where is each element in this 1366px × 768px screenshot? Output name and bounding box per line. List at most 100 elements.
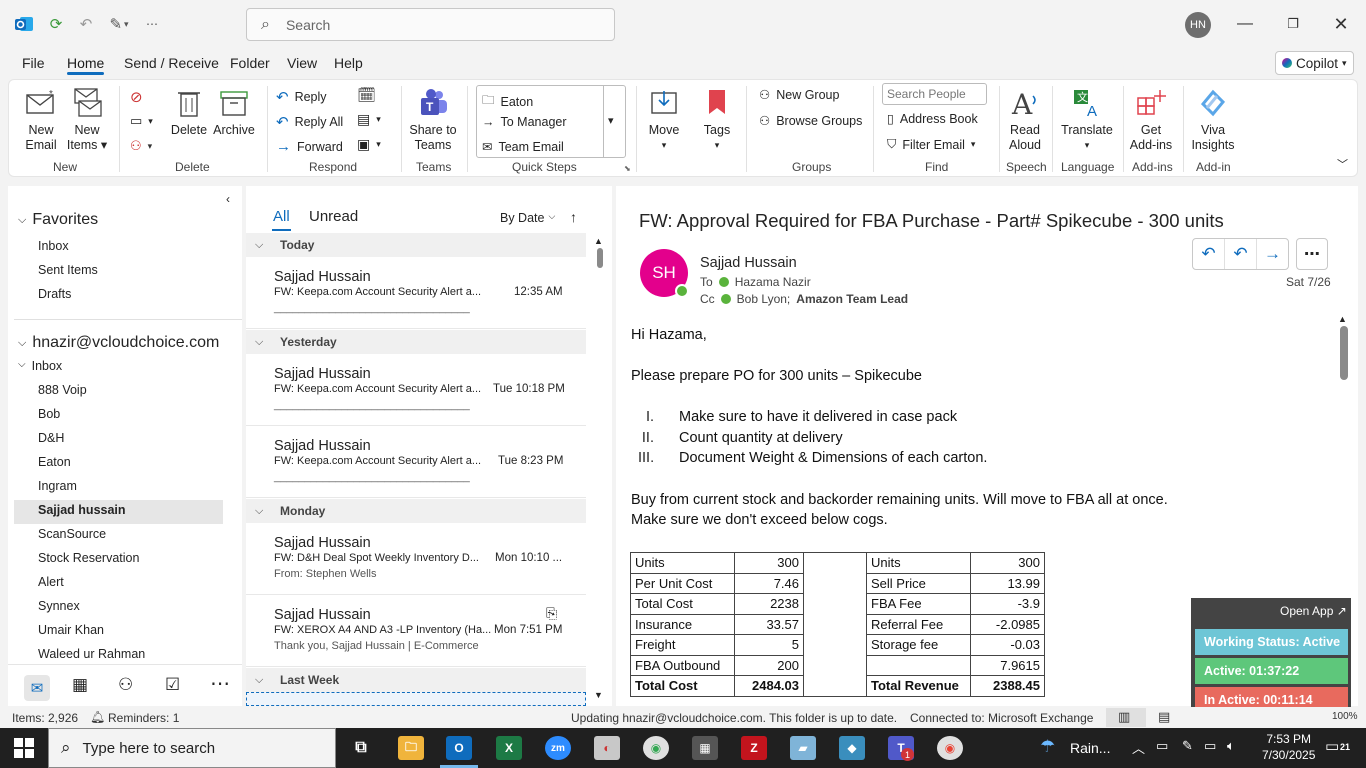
group-header-monday[interactable]: ⌵ Monday [246,499,586,523]
group-header-yesterday[interactable]: ⌵ Yesterday [246,330,586,354]
minimize-button[interactable]: — [1230,10,1260,38]
message-item-partial[interactable] [246,692,586,706]
folder-synnex[interactable]: Synnex [38,599,80,613]
group-header-last-week[interactable]: ⌵ Last Week [246,668,586,692]
chevron-up-icon[interactable]: ︿ [1132,738,1145,757]
taskbar-search[interactable]: ⌕ Type here to search [48,728,336,768]
customize-toolbar-icon[interactable]: ⋯ [140,12,164,36]
to-recipient[interactable]: Hazama Nazir [735,275,811,289]
folder-drafts[interactable]: Drafts [38,287,71,301]
meeting-reply-icon[interactable]: 🗓︎ [357,86,376,104]
calculator-icon[interactable]: ▦ [692,736,718,760]
reply-all-action-icon[interactable]: ↶ [1225,239,1257,269]
new-email-button[interactable]: * New Email [19,86,63,153]
junk-icon[interactable]: ⚇ ▾ [130,138,152,154]
address-book-button[interactable]: ▯ Address Book [887,111,978,127]
translate-button[interactable]: 文A Translate ▾ [1059,86,1115,153]
folder-scansource[interactable]: ScanSource [38,527,106,541]
message-item[interactable]: Sajjad Hussain FW: Keepa.com Account Sec… [246,354,586,426]
im-reply-icon[interactable]: ▤ ▾ [357,111,381,128]
people-icon[interactable]: ⚇ [118,675,133,695]
filezilla-icon[interactable]: Z [741,736,767,760]
scroll-thumb[interactable] [597,248,603,268]
reply-all-button[interactable]: ↶ Reply All [276,113,343,131]
sender-name[interactable]: Sajjad Hussain [700,255,797,271]
weather-text[interactable]: Rain... [1070,740,1110,756]
more-actions-icon[interactable]: ⋯ [1296,238,1328,270]
more-apps-icon[interactable]: ⋯ [210,671,230,696]
account-header[interactable]: ⌵ hnazir@vcloudchoice.com [18,334,219,352]
chrome-icon[interactable]: ◉ [643,736,669,760]
message-item[interactable]: Sajjad Hussain FW: D&H Deal Spot Weekly … [246,523,586,595]
notification-icon[interactable]: ▭ [1325,737,1339,755]
more-respond-icon[interactable]: ▣ ▾ [357,136,381,153]
vpn-app-icon[interactable]: ◆ [839,736,865,760]
zoom-level[interactable]: 100% [1332,711,1358,722]
pen-icon[interactable]: ✎ [1182,738,1193,754]
collapse-ribbon-icon[interactable]: ﹀ [1337,156,1348,172]
folder-dh[interactable]: D&H [38,431,64,445]
folder-waleed-ur-rahman[interactable]: Waleed ur Rahman [38,647,145,661]
tab-unread[interactable]: Unread [309,208,358,225]
folder-alert[interactable]: Alert [38,575,64,589]
folder-eaton[interactable]: Eaton [38,455,71,469]
forward-action-icon[interactable]: → [1257,239,1288,269]
normal-view-icon[interactable]: ▥ [1118,709,1130,725]
quick-step-eaton[interactable]: 🗀 Eaton [482,91,533,112]
windows-start-icon[interactable] [14,738,34,758]
tab-file[interactable]: File [22,55,45,71]
dialog-launcher-icon[interactable]: ⬊ [624,164,631,173]
group-header-today[interactable]: ⌵ Today [246,233,586,257]
notes-app-icon[interactable]: ▰ [790,736,816,760]
favorites-header[interactable]: ⌵ Favorites [18,211,98,229]
sort-direction-icon[interactable]: ↑ [570,209,577,225]
message-list-scrollbar[interactable]: ▲ ▼ [594,236,606,704]
tab-help[interactable]: Help [334,55,363,71]
quick-step-team-email[interactable]: ✉ Team Email [482,139,564,155]
read-aloud-button[interactable]: A Read Aloud [1005,86,1045,153]
ignore-icon[interactable]: ⊘ [130,88,143,106]
search-people-input[interactable]: Search People [882,83,987,105]
tasks-icon[interactable]: ☑ [165,675,180,695]
scroll-thumb[interactable] [1340,326,1348,380]
tray-app-icon[interactable]: ▭ [1156,738,1168,754]
forward-button[interactable]: → Forward [276,138,343,155]
message-item[interactable]: Sajjad Hussain FW: Keepa.com Account Sec… [246,257,586,329]
delete-button[interactable]: Delete [169,86,209,138]
copilot-button[interactable]: Copilot ▾ [1275,51,1354,75]
undo-icon[interactable]: ↶ [74,12,98,36]
outlook-taskbar-icon[interactable]: O [446,736,472,760]
search-box[interactable]: ⌕ Search [246,8,615,41]
volume-icon[interactable]: 🔈︎ [1227,738,1235,754]
folder-bob[interactable]: Bob [38,407,60,421]
calendar-icon[interactable]: ▦ [72,675,88,695]
clean-up-icon[interactable]: ▭ ▾ [130,113,153,129]
quick-step-to-manager[interactable]: → To Manager [482,115,567,129]
cc-recipient-group[interactable]: Amazon Team Lead [796,292,908,306]
mail-icon[interactable]: ✉ [24,675,50,701]
excel-icon[interactable]: X [496,736,522,760]
get-addins-button[interactable]: Get Add-ins [1127,86,1175,153]
new-group-button[interactable]: ⚇ New Group [759,87,839,103]
task-view-icon[interactable]: ⧉ [348,736,374,760]
new-email-quick-icon[interactable]: ✎ ▾ [102,12,136,36]
network-icon[interactable]: ▭ [1204,738,1216,754]
collapse-pane-icon[interactable]: ‹ [226,192,230,206]
viva-insights-button[interactable]: Viva Insights [1189,86,1237,153]
reply-button[interactable]: ↶ Reply [276,88,327,106]
archive-button[interactable]: Archive [211,86,257,138]
reply-action-icon[interactable]: ↶ [1193,239,1225,269]
reminders-count[interactable]: Reminders: 1 [108,711,179,725]
message-item[interactable]: Sajjad Hussain ⎘ FW: XEROX A4 AND A3 -LP… [246,595,586,667]
tab-all[interactable]: All [273,208,290,225]
file-explorer-icon[interactable]: 🗀 [398,736,424,760]
taskbar-clock[interactable]: 7:53 PM 7/30/2025 [1262,731,1315,763]
folder-inbox[interactable]: ⌵ Inbox [18,359,62,373]
tab-home[interactable]: Home [67,55,104,71]
chrome-profile-icon[interactable]: ◉ [937,736,963,760]
browse-groups-button[interactable]: ⚇ Browse Groups [759,113,862,129]
filter-email-button[interactable]: ⛉ Filter Email ▾ [887,137,975,152]
move-button[interactable]: Move ▾ [644,86,684,153]
tags-button[interactable]: Tags ▾ [699,86,735,153]
tab-send-receive[interactable]: Send / Receive [124,55,219,71]
